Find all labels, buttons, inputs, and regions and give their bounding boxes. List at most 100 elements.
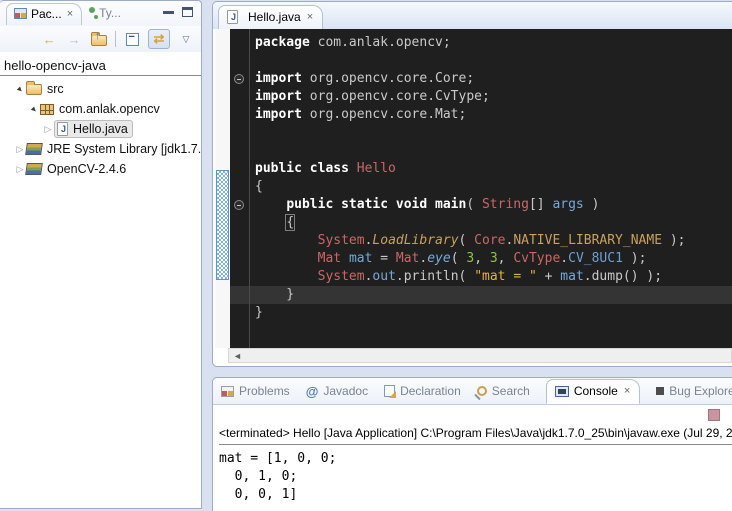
gutter-row <box>230 124 249 142</box>
close-icon[interactable]: × <box>306 11 314 23</box>
code-line[interactable] <box>250 142 732 160</box>
link-with-editor-icon[interactable]: ⇄ <box>148 29 170 49</box>
project-root-item[interactable]: hello-opencv-java <box>0 52 201 76</box>
tab-type-hierarchy[interactable]: Ty... <box>82 3 128 24</box>
go-up-folder-icon[interactable] <box>91 35 107 46</box>
package-icon <box>40 104 54 115</box>
code-line[interactable]: } <box>250 286 732 304</box>
code-token: package <box>255 35 310 50</box>
gutter-row <box>230 214 249 232</box>
tree-item-label: Hello.java <box>73 122 128 136</box>
code-token: public static void main <box>286 197 466 212</box>
console-output-line: mat = [1, 0, 0; <box>219 450 336 468</box>
close-icon[interactable]: × <box>66 8 74 20</box>
code-token: CvType <box>513 251 560 266</box>
collapsed-arrow-icon[interactable]: ▷ <box>14 164 26 175</box>
tab-package-explorer[interactable]: Pac... × <box>6 3 82 25</box>
close-icon[interactable]: × <box>623 385 631 397</box>
code-token: 3 <box>466 251 474 266</box>
code-token: NATIVE_LIBRARY_NAME <box>513 233 662 248</box>
gutter-row <box>230 268 249 286</box>
tree-item-src[interactable]: ▼ src <box>0 79 201 99</box>
code-editor[interactable]: package com.anlak.opencv; import org.open… <box>215 29 732 348</box>
code-token: Core <box>474 233 505 248</box>
code-line[interactable] <box>250 52 732 70</box>
toolbar-separator <box>115 31 116 47</box>
view-menu-icon[interactable]: ▽ <box>177 30 195 48</box>
gutter-row <box>230 232 249 250</box>
code-token: com.anlak.opencv; <box>310 35 451 50</box>
tree-item-label: OpenCV-2.4.6 <box>47 162 126 176</box>
code-line[interactable]: System.out.println( "mat = " + mat.dump(… <box>250 268 732 286</box>
maximize-icon[interactable] <box>182 7 193 17</box>
tree-item-jre-system-library-jdk1-7-0-25-[interactable]: ▷JRE System Library [jdk1.7.0_25] <box>0 139 201 159</box>
code-token: + <box>537 269 560 284</box>
scroll-left-icon[interactable]: ◄ <box>229 351 242 361</box>
expanded-arrow-icon[interactable]: ▼ <box>28 105 40 114</box>
gutter-row <box>230 250 249 268</box>
code-token: Mat <box>396 251 419 266</box>
bottom-tab-label: Bug Explorer <box>669 384 732 398</box>
minimize-icon[interactable] <box>163 11 174 20</box>
code-token: LoadLibrary <box>372 233 458 248</box>
tree-item-hello-java[interactable]: ▷ Hello.java <box>0 119 201 139</box>
code-token: = <box>372 251 395 266</box>
code-line[interactable]: { <box>250 214 732 232</box>
editor-tab-hello-java[interactable]: Hello.java × <box>218 5 323 29</box>
tab-declaration[interactable]: Declaration <box>384 384 461 398</box>
forward-arrow-icon[interactable]: → <box>65 30 83 48</box>
code-line[interactable]: public class Hello <box>250 160 732 178</box>
code-line[interactable]: } <box>250 304 732 322</box>
code-token: , <box>498 251 514 266</box>
package-explorer-panel: Pac... × Ty... → → ⇄ ▽ hello-opencv-java… <box>0 0 202 509</box>
code-token: } <box>255 305 263 320</box>
folding-gutter <box>230 29 249 348</box>
java-file-icon <box>57 122 68 136</box>
fold-collapse-icon[interactable] <box>234 200 244 210</box>
collapsed-arrow-icon[interactable]: ▷ <box>14 144 26 155</box>
code-token: [] <box>529 197 552 212</box>
code-token: , <box>474 251 490 266</box>
console-panel: Problems @Javadoc Declaration Search Console… <box>212 377 732 511</box>
code-line[interactable]: package com.anlak.opencv; <box>250 34 732 52</box>
code-token: import <box>255 71 302 86</box>
fold-collapse-icon[interactable] <box>234 74 244 84</box>
tab-type-hierarchy-label: Ty... <box>99 6 121 20</box>
square-icon <box>656 387 664 395</box>
code-line[interactable]: import org.opencv.core.Core; <box>250 70 732 88</box>
tab-problems[interactable]: Problems <box>221 384 290 398</box>
tab-console[interactable]: Console× <box>546 379 640 404</box>
bottom-tab-label: Problems <box>239 384 290 398</box>
gutter-row <box>230 52 249 70</box>
code-token: Hello <box>357 161 396 176</box>
gutter-row <box>230 160 249 178</box>
code-token <box>341 251 349 266</box>
code-line[interactable]: public static void main( String[] args ) <box>250 196 732 214</box>
code-line[interactable]: Mat mat = Mat.eye( 3, 3, CvType.CV_8UC1 … <box>250 250 732 268</box>
horizontal-scrollbar[interactable]: ◄ <box>228 348 732 363</box>
code-line[interactable]: System.LoadLibrary( Core.NATIVE_LIBRARY_… <box>250 232 732 250</box>
collapsed-arrow-icon[interactable]: ▷ <box>42 124 54 135</box>
code-token: .dump() ); <box>584 269 662 284</box>
tab-bug-explorer[interactable]: Bug Explorer <box>656 384 732 398</box>
tree-item-opencv-2-4-6[interactable]: ▷ OpenCV-2.4.6 <box>0 159 201 179</box>
code-token: .println( <box>396 269 474 284</box>
tree-item-com-anlak-opencv[interactable]: ▼com.anlak.opencv <box>0 99 201 119</box>
sidebar-toolbar: → → ⇄ ▽ <box>0 26 201 52</box>
collapse-all-icon[interactable] <box>126 33 139 46</box>
code-line[interactable]: import org.opencv.core.CvType; <box>250 88 732 106</box>
console-toolbar-icon[interactable] <box>708 409 720 421</box>
library-icon <box>25 163 43 175</box>
code-line[interactable]: { <box>250 178 732 196</box>
tab-search[interactable]: Search <box>477 384 530 398</box>
tree-item-label: src <box>47 82 64 96</box>
code-line[interactable] <box>250 124 732 142</box>
back-arrow-icon[interactable]: → <box>40 30 58 48</box>
console-output[interactable]: mat = [1, 0, 0; 0, 1, 0; 0, 0, 1] <box>219 450 336 504</box>
expanded-arrow-icon[interactable]: ▼ <box>14 85 26 94</box>
code-line[interactable]: import org.opencv.core.Mat; <box>250 106 732 124</box>
console-status-header: <terminated> Hello [Java Application] C:… <box>219 426 732 445</box>
code-token <box>255 215 286 230</box>
tab-javadoc[interactable]: @Javadoc <box>306 384 368 399</box>
code-area: package com.anlak.opencv; import org.open… <box>249 29 732 348</box>
